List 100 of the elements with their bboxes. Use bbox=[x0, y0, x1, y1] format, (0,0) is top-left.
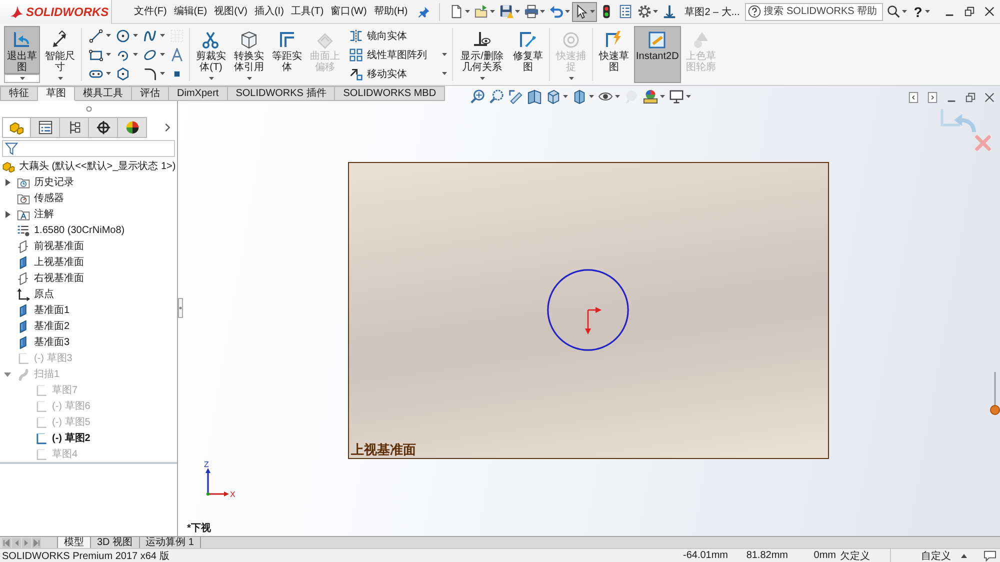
splitter-grip-icon[interactable] bbox=[86, 106, 92, 112]
tree-item[interactable]: 前视基准面 bbox=[4, 238, 84, 254]
tree-item[interactable]: 注解 bbox=[4, 206, 54, 222]
first-arrow-icon[interactable] bbox=[2, 538, 11, 548]
sketch-state: 欠定义 bbox=[839, 550, 871, 562]
tree-item[interactable]: 原点 bbox=[4, 286, 54, 302]
orientation-view-button[interactable] bbox=[546, 89, 568, 104]
display-view-button[interactable] bbox=[572, 89, 594, 104]
tree-item[interactable]: 基准面3 bbox=[4, 334, 70, 350]
panel-tab[interactable] bbox=[89, 117, 118, 138]
view-cube-icon bbox=[546, 89, 561, 104]
ribbon-button[interactable]: 显示/删除几何关系 bbox=[456, 26, 508, 74]
ribbon-button[interactable]: 快速草图 bbox=[596, 26, 632, 83]
printer-icon bbox=[524, 4, 539, 19]
menu-item[interactable]: 文件(F) bbox=[132, 2, 169, 22]
tree-item[interactable]: 历史记录 bbox=[4, 174, 74, 190]
menu-item[interactable]: 编辑(E) bbox=[172, 2, 210, 22]
ribbon-button[interactable]: 退出草图 bbox=[4, 26, 40, 74]
select-button[interactable] bbox=[572, 2, 597, 22]
chevron-right-icon[interactable] bbox=[163, 123, 172, 132]
command-tab[interactable]: 评估 bbox=[132, 86, 169, 101]
bottom-tab[interactable]: 模型 bbox=[57, 537, 91, 548]
tree-item[interactable]: 大藕头 (默认<<默认>_显示状态 1>) bbox=[2, 158, 176, 174]
rectangle-icon bbox=[89, 48, 103, 62]
tree-item[interactable]: 右视基准面 bbox=[4, 270, 84, 286]
ribbon-button[interactable]: Instant2D bbox=[634, 26, 681, 83]
status-text: SOLIDWORKS Premium 2017 x64 版 bbox=[1, 550, 170, 562]
ribbon-button[interactable]: 转换实体引用 bbox=[231, 26, 267, 74]
caret-icon bbox=[442, 72, 447, 75]
restore-icon[interactable] bbox=[964, 6, 975, 17]
caret-up-icon[interactable] bbox=[961, 554, 967, 558]
scissors-icon bbox=[201, 30, 221, 50]
restore-icon[interactable] bbox=[965, 92, 976, 103]
tree-item[interactable]: 1.6580 (30CrNiMo8) bbox=[4, 222, 125, 238]
tree-item[interactable]: 基准面2 bbox=[4, 318, 70, 334]
caret-right-icon[interactable] bbox=[4, 178, 11, 186]
slider-knob-icon[interactable] bbox=[990, 372, 1000, 417]
ribbon-list-button[interactable]: 镜向实体 bbox=[349, 26, 449, 45]
close-icon[interactable] bbox=[984, 6, 995, 17]
ribbon-button[interactable]: 修复草图 bbox=[510, 26, 546, 83]
panel-left-icon[interactable] bbox=[908, 92, 919, 103]
units-selector[interactable]: 自定义 bbox=[890, 548, 951, 562]
command-tab[interactable]: 草图 bbox=[38, 86, 75, 101]
menu-item[interactable]: 视图(V) bbox=[212, 2, 250, 22]
settings-view-button[interactable] bbox=[669, 89, 691, 104]
ribbon-button[interactable]: 智能尺寸 bbox=[42, 26, 78, 74]
search-field[interactable]: 搜索 SOLIDWORKS 帮助 bbox=[744, 2, 883, 20]
menu-item[interactable]: 窗口(W) bbox=[328, 2, 369, 22]
gear-icon bbox=[636, 4, 652, 19]
command-tab[interactable]: 特征 bbox=[0, 86, 38, 101]
caret-icon bbox=[160, 72, 165, 75]
menu-item[interactable]: 插入(I) bbox=[252, 2, 286, 22]
panel-tab[interactable] bbox=[118, 117, 147, 138]
ribbon-button[interactable]: 等距实体 bbox=[269, 26, 305, 83]
command-tab[interactable]: 模具工具 bbox=[75, 86, 132, 101]
axis-label: Z bbox=[204, 460, 209, 469]
splitter-handle-icon[interactable] bbox=[178, 298, 183, 318]
caret-down-icon[interactable] bbox=[4, 370, 11, 378]
caret-icon bbox=[160, 53, 165, 56]
zoomarea-view-button[interactable] bbox=[489, 89, 504, 104]
command-tab[interactable]: SOLIDWORKS MBD bbox=[335, 86, 446, 101]
ribbon-button[interactable]: 剪裁实体(T) bbox=[193, 26, 229, 74]
section-view-button[interactable] bbox=[527, 89, 542, 104]
close-icon[interactable] bbox=[984, 92, 995, 103]
zoom-area-icon bbox=[489, 89, 504, 104]
caret-icon bbox=[442, 53, 447, 56]
help-button[interactable]: ? bbox=[912, 4, 932, 20]
menu-item[interactable]: 工具(T) bbox=[288, 2, 326, 22]
pin-icon[interactable] bbox=[418, 6, 430, 18]
caret-icon bbox=[58, 77, 62, 80]
crosshair-icon bbox=[96, 120, 110, 135]
tree-item[interactable]: 上视基准面 bbox=[4, 254, 84, 270]
tree-item[interactable]: 传感器 bbox=[4, 190, 64, 206]
command-tab[interactable]: SOLIDWORKS 插件 bbox=[228, 86, 336, 101]
tree-item[interactable]: (-) 草图2 bbox=[22, 430, 90, 446]
speech-bubble-icon[interactable] bbox=[983, 550, 997, 562]
filter-field[interactable] bbox=[2, 140, 175, 157]
mirror-icon bbox=[349, 28, 363, 42]
fillet-corner-icon bbox=[143, 66, 157, 80]
panel-right-icon[interactable] bbox=[927, 92, 938, 103]
panel-tab[interactable] bbox=[60, 117, 89, 138]
caret-right-icon[interactable] bbox=[4, 210, 11, 218]
x-coordinate: -64.01mm bbox=[682, 550, 728, 561]
command-tab[interactable]: DimXpert bbox=[169, 86, 228, 101]
ellipse-icon bbox=[143, 48, 157, 62]
caret-icon bbox=[160, 34, 165, 37]
cube-icon bbox=[239, 30, 259, 50]
ribbon-list-button[interactable]: 移动实体 bbox=[349, 64, 449, 83]
last-arrow-icon[interactable] bbox=[32, 538, 41, 548]
caret-icon bbox=[106, 53, 111, 56]
dropdown-button[interactable] bbox=[4, 74, 40, 83]
panel-tab[interactable] bbox=[31, 117, 60, 138]
scene-view-button[interactable] bbox=[643, 89, 665, 104]
ribbon-list-button[interactable]: 线性草图阵列 bbox=[349, 45, 449, 64]
corner-bar-icon bbox=[508, 89, 523, 104]
circle-icon bbox=[116, 28, 130, 42]
tree-item[interactable]: 基准面1 bbox=[4, 302, 70, 318]
menu-item[interactable]: 帮助(H) bbox=[372, 2, 410, 22]
zoomfit-view-button[interactable] bbox=[470, 89, 485, 104]
previous-view-button[interactable] bbox=[508, 89, 523, 104]
